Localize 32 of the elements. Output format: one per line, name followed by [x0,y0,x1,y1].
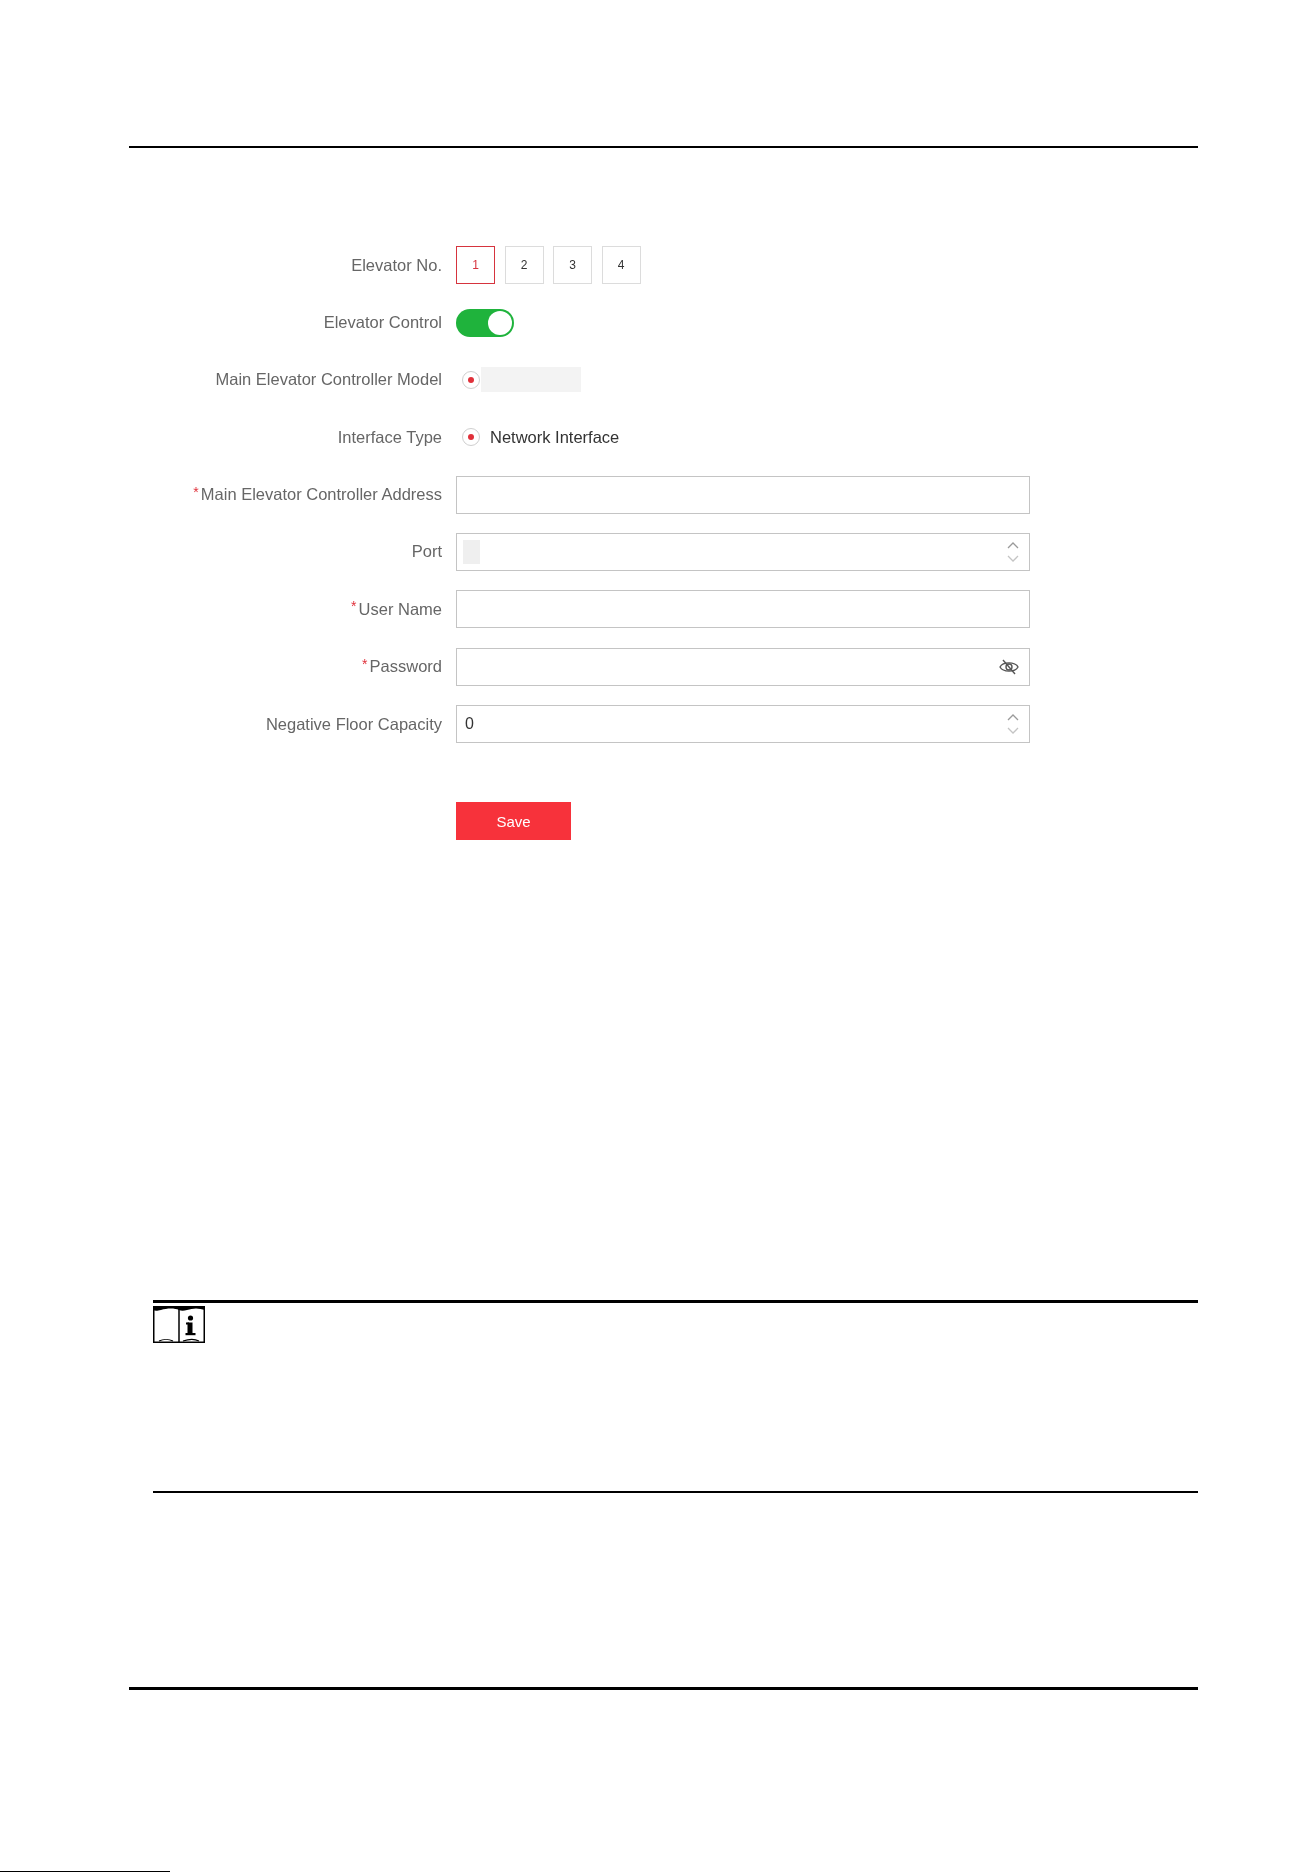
elevator-number-button[interactable]: 3 [553,246,592,284]
chevron-up-icon[interactable] [1007,714,1019,722]
field-label: Main Elevator Controller Model [215,370,442,390]
eye-slash-icon[interactable] [999,658,1019,675]
field-label: Elevator No. [351,255,442,275]
chevron-down-icon[interactable] [1007,554,1019,562]
radio-button[interactable] [462,370,480,389]
field-label: Password [369,657,442,677]
number-field[interactable]: 0 [456,705,1030,744]
chevron-up-icon[interactable] [1007,541,1019,549]
field-label: Elevator Control [323,312,442,332]
chevron-down-icon[interactable] [1007,727,1019,735]
elevator-number-button[interactable]: 2 [504,246,544,284]
field-label: Interface Type [337,427,442,447]
text-field[interactable] [456,590,1030,629]
required-asterisk: * [351,598,357,615]
text-field[interactable] [456,475,1030,514]
info-book-icon [153,1306,205,1344]
field-label: User Name [358,599,442,619]
save-button[interactable]: Save [456,802,571,841]
number-field[interactable] [456,532,1030,571]
required-asterisk: * [362,655,368,672]
field-label: Negative Floor Capacity [265,714,442,734]
field-label: Main Elevator Controller Address [200,485,442,505]
toggle-switch[interactable] [456,309,514,338]
option-label: Network Interface [490,427,620,447]
required-asterisk: * [193,483,199,500]
elevator-number-button[interactable]: 1 [456,246,495,284]
field-label: Port [411,542,442,562]
radio-button[interactable] [462,428,480,447]
password-field[interactable] [456,647,1030,686]
elevator-number-button[interactable]: 4 [601,246,641,284]
